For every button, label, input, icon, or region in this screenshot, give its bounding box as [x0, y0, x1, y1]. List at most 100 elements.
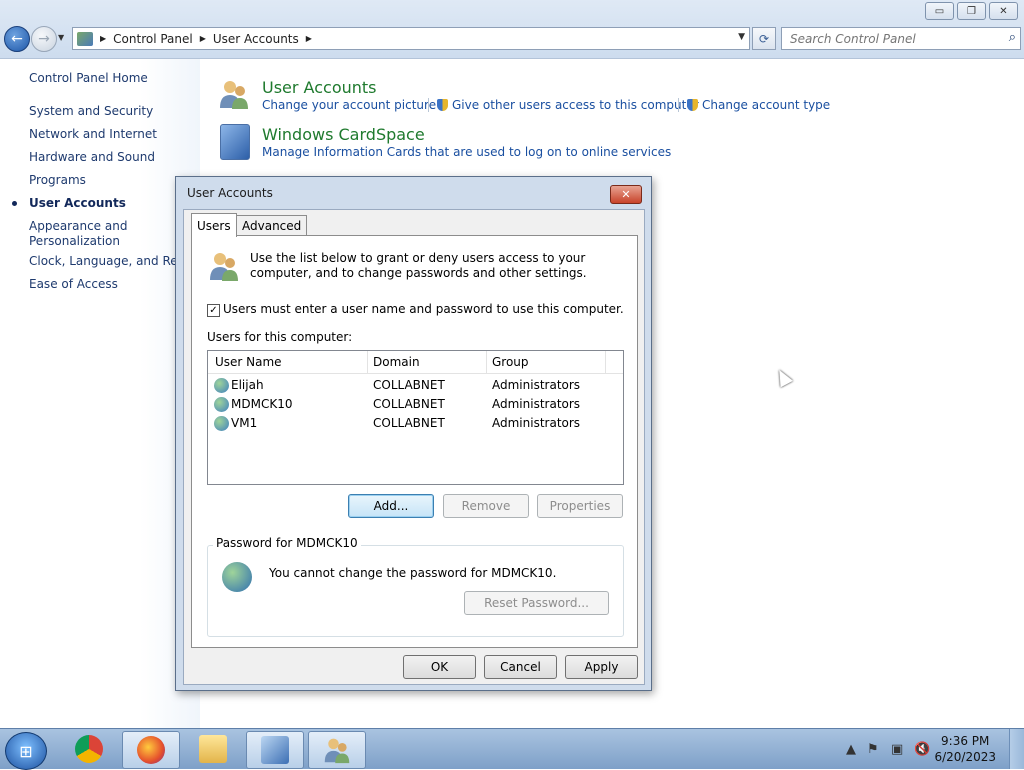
minimize-button[interactable]: ▭ — [925, 2, 954, 20]
taskbar-chrome[interactable] — [61, 731, 117, 767]
taskbar-explorer[interactable] — [185, 731, 241, 767]
address-bar[interactable]: ▶ Control Panel ▶ User Accounts ▶ ▼ — [72, 27, 750, 50]
tab-advanced[interactable]: Advanced — [236, 215, 308, 236]
column-group[interactable]: Group — [492, 355, 529, 369]
table-row[interactable]: Elijah COLLABNET Administrators — [208, 376, 623, 395]
column-divider[interactable] — [367, 351, 368, 373]
sidebar-item-ease-of-access[interactable]: Ease of Access — [29, 277, 118, 291]
dialog-body: Users Advanced Use the list below to gra… — [183, 209, 645, 685]
user-icon — [214, 378, 229, 393]
search-box[interactable]: ⌕ — [781, 27, 1021, 50]
folder-icon — [199, 735, 227, 763]
users-tab-panel: Use the list below to grant or deny user… — [191, 235, 638, 648]
chevron-right-icon[interactable]: ▶ — [306, 34, 312, 43]
cell-user-name: Elijah — [231, 378, 264, 392]
change-picture-link[interactable]: Change your account picture — [262, 98, 436, 112]
control-panel-icon — [261, 736, 289, 764]
breadcrumb-control-panel[interactable]: Control Panel — [113, 32, 193, 46]
change-account-type-link[interactable]: Change account type — [687, 98, 830, 112]
give-access-link[interactable]: Give other users access to this computer — [437, 98, 699, 112]
cell-group: Administrators — [492, 397, 581, 411]
users-list-label: Users for this computer: — [207, 330, 353, 344]
column-domain[interactable]: Domain — [373, 355, 420, 369]
user-accounts-title[interactable]: User Accounts — [262, 78, 377, 97]
user-accounts-dialog: User Accounts ✕ Users Advanced Use the l… — [175, 176, 652, 691]
taskbar-user-accounts[interactable] — [308, 731, 366, 769]
taskbar: ⊞ ▲ ⚑ ▣ 🔇 9:36 PM 6/20/2023 — [0, 728, 1024, 770]
user-icon — [214, 416, 229, 431]
intro-text: Use the list below to grant or deny user… — [250, 251, 587, 280]
require-password-label[interactable]: Users must enter a user name and passwor… — [223, 302, 624, 316]
show-desktop-button[interactable] — [1009, 729, 1024, 769]
clock-time: 9:36 PM — [941, 734, 990, 748]
sidebar-item-network-internet[interactable]: Network and Internet — [29, 127, 157, 141]
cardspace-icon — [220, 124, 250, 160]
forward-button[interactable]: → — [31, 26, 57, 52]
cell-domain: COLLABNET — [373, 416, 445, 430]
sidebar-item-personalization[interactable]: Personalization — [29, 234, 120, 248]
ok-button[interactable]: OK — [403, 655, 476, 679]
network-icon[interactable]: ▣ — [891, 742, 903, 757]
password-group-title: Password for MDMCK10 — [213, 536, 361, 550]
sidebar-item-appearance[interactable]: Appearance and — [29, 219, 127, 233]
chevron-right-icon[interactable]: ▶ — [100, 34, 106, 43]
user-icon — [222, 562, 252, 592]
column-divider[interactable] — [605, 351, 606, 373]
reset-password-button[interactable]: Reset Password... — [464, 591, 609, 615]
tab-users[interactable]: Users — [191, 213, 237, 237]
manage-cards-link[interactable]: Manage Information Cards that are used t… — [262, 145, 671, 159]
sidebar-item-user-accounts[interactable]: User Accounts — [29, 196, 126, 210]
breadcrumb-user-accounts[interactable]: User Accounts — [213, 32, 299, 46]
back-button[interactable]: ← — [4, 26, 30, 52]
active-bullet-icon — [12, 201, 17, 206]
user-accounts-icon — [220, 81, 248, 109]
action-center-icon[interactable]: ⚑ — [867, 742, 879, 757]
uac-shield-icon — [687, 99, 698, 111]
sidebar-item-hardware-sound[interactable]: Hardware and Sound — [29, 150, 155, 164]
cell-user-name: MDMCK10 — [231, 397, 293, 411]
column-divider[interactable] — [486, 351, 487, 373]
column-user-name[interactable]: User Name — [215, 355, 282, 369]
table-row[interactable]: MDMCK10 COLLABNET Administrators — [208, 395, 623, 414]
search-input[interactable] — [788, 30, 1002, 47]
cancel-button[interactable]: Cancel — [484, 655, 557, 679]
show-hidden-icons-icon[interactable]: ▲ — [846, 742, 856, 757]
sidebar-item-system-security[interactable]: System and Security — [29, 104, 153, 118]
recent-pages-dropdown[interactable]: ▼ — [58, 33, 64, 42]
address-dropdown-icon[interactable]: ▼ — [738, 32, 745, 42]
chevron-right-icon[interactable]: ▶ — [200, 34, 206, 43]
sidebar-item-control-panel-home[interactable]: Control Panel Home — [29, 71, 148, 85]
restore-button[interactable]: ❐ — [957, 2, 986, 20]
sidebar-item-clock-language[interactable]: Clock, Language, and Regio — [29, 254, 196, 268]
start-button[interactable]: ⊞ — [5, 732, 47, 770]
users-list[interactable]: User Name Domain Group Elijah COLLABNET … — [207, 350, 624, 485]
volume-muted-icon[interactable]: 🔇 — [914, 742, 930, 757]
users-icon — [324, 738, 350, 764]
window-controls: ▭ ❐ ✕ — [925, 2, 1018, 20]
remove-user-button[interactable]: Remove — [443, 494, 529, 518]
cardspace-title[interactable]: Windows CardSpace — [262, 125, 425, 144]
taskbar-control-panel[interactable] — [246, 731, 304, 769]
users-icon — [210, 253, 238, 281]
apply-button[interactable]: Apply — [565, 655, 638, 679]
require-password-checkbox[interactable]: ✓ — [207, 304, 220, 317]
cell-domain: COLLABNET — [373, 378, 445, 392]
link-divider — [678, 98, 679, 112]
cell-domain: COLLABNET — [373, 397, 445, 411]
refresh-button[interactable]: ⟳ — [752, 27, 776, 50]
table-row[interactable]: VM1 COLLABNET Administrators — [208, 414, 623, 433]
clock[interactable]: 9:36 PM 6/20/2023 — [934, 733, 996, 765]
uac-shield-icon — [437, 99, 448, 111]
sidebar: Control Panel Home System and Security N… — [0, 59, 200, 729]
search-icon[interactable]: ⌕ — [1009, 30, 1016, 45]
dialog-close-button[interactable]: ✕ — [610, 185, 642, 204]
change-account-type-label: Change account type — [702, 98, 831, 112]
add-user-button[interactable]: Add... — [348, 494, 434, 518]
chrome-icon — [75, 735, 103, 763]
close-window-button[interactable]: ✕ — [989, 2, 1018, 20]
cell-user-name: VM1 — [231, 416, 258, 430]
taskbar-firefox[interactable] — [122, 731, 180, 769]
properties-button[interactable]: Properties — [537, 494, 623, 518]
sidebar-item-programs[interactable]: Programs — [29, 173, 86, 187]
firefox-icon — [137, 736, 165, 764]
